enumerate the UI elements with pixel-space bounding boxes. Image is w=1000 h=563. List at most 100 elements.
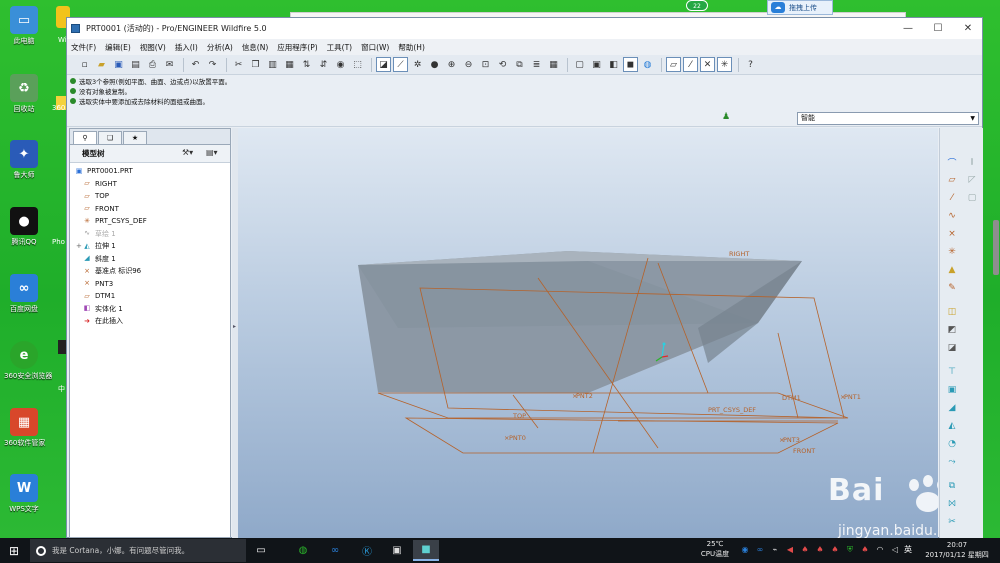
menu-edit[interactable]: 编辑(E) — [105, 42, 131, 53]
view-manager-icon[interactable]: ▦ — [546, 57, 561, 72]
spin-center-icon[interactable]: ✲ — [410, 57, 425, 72]
close-button[interactable]: ✕ — [953, 18, 983, 39]
layers-icon[interactable]: ≣ — [529, 57, 544, 72]
context-help-icon[interactable]: ? — [743, 57, 758, 72]
undo-icon[interactable]: ↶ — [188, 57, 203, 72]
taskbar-baidu-netdisk[interactable]: ∞ — [322, 540, 348, 561]
menu-file[interactable]: 文件(F) — [71, 42, 96, 53]
save-copy-icon[interactable]: ▤ — [128, 57, 143, 72]
mirror-tool-icon[interactable]: ⧉ — [944, 478, 960, 494]
drag-upload-button[interactable]: ☁ 拖拽上传 — [767, 0, 833, 15]
desktop-icon-baidu-netdisk[interactable]: ∞ 百度网盘 — [4, 274, 44, 314]
tray-app-icon[interactable]: ♠ — [815, 545, 825, 555]
point-display-icon[interactable]: ✕ — [700, 57, 715, 72]
background-scrollbar[interactable] — [993, 220, 999, 275]
plane-display-icon[interactable]: ▱ — [666, 57, 681, 72]
menu-help[interactable]: 帮助(H) — [398, 42, 425, 53]
minimize-button[interactable]: — — [893, 18, 923, 39]
hidden-line-icon[interactable]: ▣ — [589, 57, 604, 72]
zoom-out-icon[interactable]: ⊖ — [461, 57, 476, 72]
analysis-tool-icon[interactable]: ▲ — [944, 262, 960, 278]
cpu-temperature[interactable]: 25℃ CPU温度 — [697, 539, 733, 559]
tray-red-icon[interactable]: ◀ — [785, 545, 795, 555]
menu-window[interactable]: 窗口(W) — [361, 42, 389, 53]
round-tool-icon[interactable]: ▣ — [944, 382, 960, 398]
menu-insert[interactable]: 插入(I) — [175, 42, 198, 53]
rib-tool-icon[interactable]: ◪ — [944, 340, 960, 356]
tree-node[interactable]: ◢ 斜度 1 — [70, 253, 230, 266]
reorient-icon[interactable]: ⟲ — [495, 57, 510, 72]
tab-model-tree[interactable]: ⚲ — [73, 131, 97, 144]
datum-axis-tool-icon[interactable]: ⁄ — [944, 190, 960, 206]
chamfer-tool-icon[interactable]: ◢ — [944, 400, 960, 416]
taskbar-360-browser[interactable]: ◍ — [290, 540, 316, 561]
hole-tool-icon[interactable]: ◫ — [944, 304, 960, 320]
tree-node[interactable]: ∿ 草绘 1 — [70, 228, 230, 241]
tray-network-icon[interactable]: ⌁ — [770, 545, 780, 555]
tree-node[interactable]: × PNT3 — [70, 278, 230, 291]
graphics-window[interactable]: RIGHT TOP FRONT DTM1 PRT_CSYS_DEF PNT0 P… — [238, 128, 938, 538]
menu-applications[interactable]: 应用程序(P) — [277, 42, 317, 53]
start-button[interactable]: ⊞ — [4, 542, 24, 559]
revolve-tool-icon[interactable]: ◔ — [944, 436, 960, 452]
tray-bluetooth-icon[interactable]: ◉ — [740, 545, 750, 555]
taskbar-image-app[interactable]: ▣ — [384, 540, 410, 561]
pnt2-marker[interactable]: × — [572, 392, 577, 400]
extrude-tool-icon[interactable]: ◭ — [944, 418, 960, 434]
menu-view[interactable]: 视图(V) — [140, 42, 166, 53]
selection-filter-dropdown[interactable]: 智能 ▼ — [797, 112, 979, 125]
title-bar[interactable]: PRT0001 (活动的) - Pro/ENGINEER Wildfire 5.… — [67, 18, 982, 39]
tree-node[interactable]: ▣ PRT0001.PRT — [70, 165, 230, 178]
open-file-icon[interactable]: ▰ — [94, 57, 109, 72]
datum-plane-tool-icon[interactable]: ▱ — [944, 172, 960, 188]
regenerate-icon[interactable]: ⇅ — [299, 57, 314, 72]
cortana-search-box[interactable]: 我是 Cortana，小娜。有问题尽管问我。 — [30, 539, 246, 562]
tray-wifi-icon[interactable]: ◠ — [875, 545, 885, 555]
ruler-tool-icon[interactable]: ✎ — [944, 280, 960, 296]
print-icon[interactable]: ⎙ — [145, 57, 160, 72]
sweep-tool-icon[interactable]: ⤳ — [944, 454, 960, 470]
tree-columns-icon[interactable]: ▤▾ — [206, 148, 218, 157]
traffic-light-icon[interactable]: ♟ — [722, 112, 731, 124]
paste-icon[interactable]: ▥ — [265, 57, 280, 72]
expand-toggle-icon[interactable]: + — [76, 242, 82, 250]
tray-app-icon[interactable]: ♠ — [860, 545, 870, 555]
tab-folder-browser[interactable]: ❏ — [98, 131, 122, 144]
select-box-icon[interactable]: ⬚ — [350, 57, 365, 72]
menu-tools[interactable]: 工具(T) — [327, 42, 352, 53]
desktop-icon-ludashi[interactable]: ✦ 鲁大师 — [4, 140, 44, 180]
sketch-tool-icon[interactable]: ⌒ — [944, 154, 960, 170]
tree-node[interactable]: ▱ DTM1 — [70, 290, 230, 303]
datum-curve-tool-icon[interactable]: ∿ — [944, 208, 960, 224]
copy-icon[interactable]: ❐ — [248, 57, 263, 72]
tree-node[interactable]: ▱ TOP — [70, 190, 230, 203]
tab-favorites[interactable]: ★ — [123, 131, 147, 144]
desktop-icon-360-browser[interactable]: e 360安全浏览器 — [4, 341, 52, 381]
regen-manager-icon[interactable]: ⇵ — [316, 57, 331, 72]
csys-tool-icon[interactable]: ✳ — [944, 244, 960, 260]
tray-360-icon[interactable]: ⛨ — [845, 545, 855, 555]
appearance-icon[interactable]: ◍ — [640, 57, 655, 72]
taskbar-proe[interactable]: ■ — [413, 540, 439, 561]
tree-node[interactable]: ➜ 在此插入 — [70, 315, 230, 328]
top-plane[interactable] — [377, 392, 849, 419]
find-icon[interactable]: ◉ — [333, 57, 348, 72]
tray-baidu-icon[interactable]: ∞ — [755, 545, 765, 555]
zoom-in-icon[interactable]: ⊕ — [444, 57, 459, 72]
datum-plane-display-icon[interactable]: ◪ — [376, 57, 391, 72]
datum-point-tool-icon[interactable]: × — [944, 226, 960, 242]
tree-node[interactable]: + ◭ 拉伸 1 — [70, 240, 230, 253]
draft-tool-icon[interactable]: ⊤ — [944, 364, 960, 380]
tray-app-icon[interactable]: ♠ — [800, 545, 810, 555]
no-hidden-icon[interactable]: ◧ — [606, 57, 621, 72]
input-method-indicator[interactable]: 英 — [904, 544, 912, 555]
paste-special-icon[interactable]: ▦ — [282, 57, 297, 72]
pnt0-marker[interactable]: × — [504, 434, 509, 442]
pnt3-marker[interactable]: × — [779, 436, 784, 444]
tray-volume-icon[interactable]: ◁ — [890, 545, 900, 555]
tree-settings-icon[interactable]: ⚒▾ — [182, 148, 193, 157]
front-plane[interactable] — [404, 417, 839, 454]
shading-icon[interactable]: ● — [427, 57, 442, 72]
tree-node[interactable]: ✳ PRT_CSYS_DEF — [70, 215, 230, 228]
pnt1-marker[interactable]: × — [840, 393, 845, 401]
